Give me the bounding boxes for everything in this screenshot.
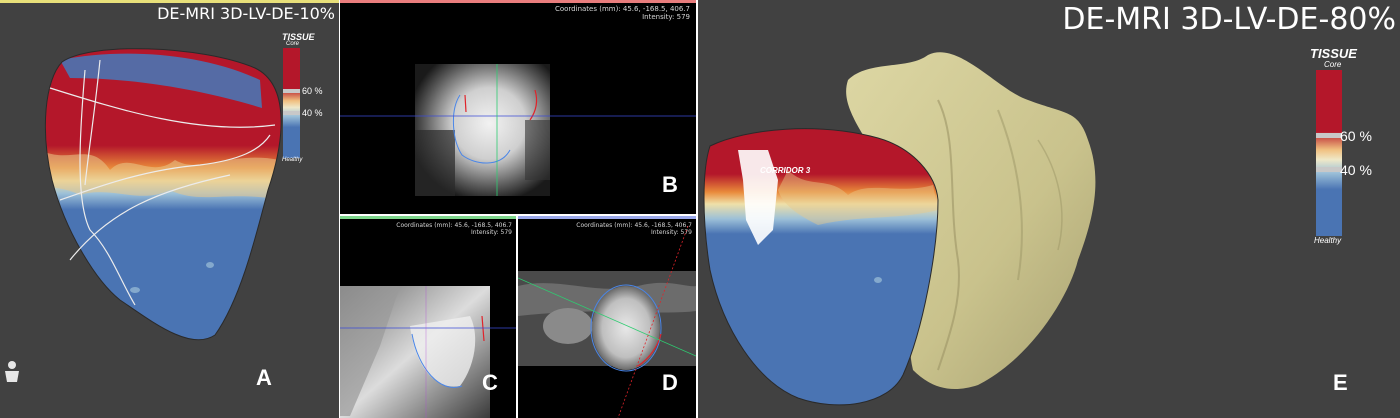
panel-e-3d-view[interactable]: DE-MRI 3D-LV-DE-80% CORRIDOR 3 TISSUE Co… <box>698 0 1400 418</box>
person-orientation-icon[interactable] <box>2 360 22 384</box>
legend-core-label: Core <box>286 41 300 47</box>
legend-healthy-label: Healthy <box>282 157 303 163</box>
legend-lower-threshold-tick <box>283 111 300 115</box>
panel-b-axial-slice[interactable]: Coordinates (mm): 45.6, -168.5, 406.7 In… <box>340 0 696 214</box>
legend-color-bar <box>283 48 300 158</box>
legend-upper-threshold-label: 60 % <box>302 86 323 96</box>
panel-a-title: DE-MRI 3D-LV-DE-10% <box>157 4 335 23</box>
legend-title: TISSUE <box>1310 46 1357 61</box>
legend-upper-threshold-tick <box>283 89 300 93</box>
corridor-annotation: CORRIDOR 3 <box>760 166 811 175</box>
legend-upper-threshold-label: 60 % <box>1340 128 1372 144</box>
panel-d-short-axis-slice[interactable]: Coordinates (mm): 45.6, -168.5, 406.7 In… <box>518 216 696 418</box>
panel-a-legend: TISSUE Core 60 % 40 % Healthy <box>280 32 335 163</box>
lv-mesh-80pct-with-atrium[interactable] <box>698 0 1400 418</box>
legend-core-label: Core <box>1324 60 1342 69</box>
panel-c-sagittal-slice[interactable]: Coordinates (mm): 45.6, -168.5, 406.7 In… <box>340 216 516 418</box>
panel-c-label: C <box>482 370 498 395</box>
panel-b-intensity: Intensity: 579 <box>642 13 690 21</box>
legend-upper-threshold-tick <box>1316 133 1342 138</box>
legend-color-bar <box>1316 70 1342 236</box>
legend-healthy-label: Healthy <box>1314 236 1342 245</box>
panel-e-title: DE-MRI 3D-LV-DE-80% <box>1062 2 1396 37</box>
panel-d-intensity: Intensity: 579 <box>650 229 692 236</box>
panel-a-label: A <box>256 365 272 390</box>
panel-a-3d-view[interactable]: DE-MRI 3D-LV-DE-10% TISSUE Core 60 % 40 … <box>0 0 339 418</box>
panel-c-intensity: Intensity: 579 <box>470 229 512 236</box>
panel-d-label: D <box>662 370 678 395</box>
legend-lower-threshold-tick <box>1316 167 1342 172</box>
legend-lower-threshold-label: 40 % <box>1340 162 1372 178</box>
panel-b-label: B <box>662 172 678 197</box>
panel-e-legend: TISSUE Core 60 % 40 % Healthy <box>1310 46 1400 256</box>
legend-lower-threshold-label: 40 % <box>302 108 323 118</box>
panel-b-mri-image[interactable] <box>340 0 696 214</box>
panel-e-label: E <box>1333 370 1348 395</box>
